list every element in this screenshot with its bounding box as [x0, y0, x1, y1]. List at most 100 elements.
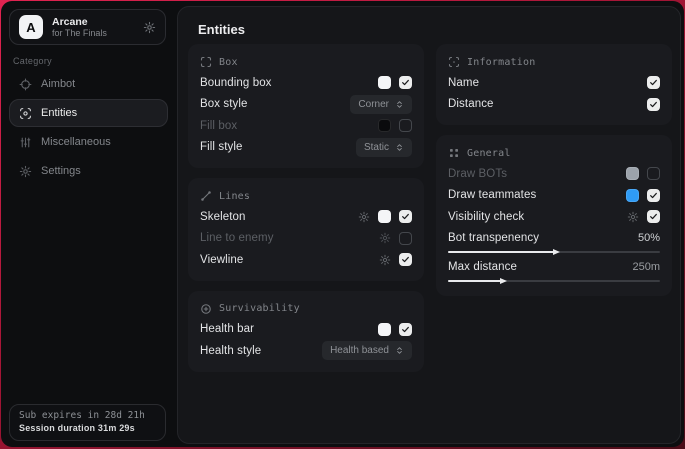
cheat-menu-window: A Arcane for The Finals Category Aimbot [1, 1, 684, 447]
setting-row-line-to-enemy: Line to enemy [200, 228, 412, 250]
main-panel: Entities Box Bounding box [177, 6, 681, 444]
gear-icon[interactable] [379, 254, 391, 266]
setting-row-skeleton: Skeleton [200, 206, 412, 228]
box-corners-icon [200, 56, 212, 68]
check-icon [649, 191, 658, 200]
setting-label: Health style [200, 345, 322, 357]
gear-icon[interactable] [379, 232, 391, 244]
info-scan-icon [448, 56, 460, 68]
session-duration-text: Session duration 31m 29s [19, 423, 156, 433]
check-icon [401, 212, 410, 221]
checkbox[interactable] [399, 232, 412, 245]
setting-label: Fill style [200, 141, 356, 153]
chevrons-up-down-icon [395, 346, 404, 355]
setting-label: Bounding box [200, 77, 378, 89]
survivability-section: Survivability Health bar Health style [188, 291, 424, 372]
setting-label: Viewline [200, 254, 379, 266]
category-label: Category [13, 56, 52, 66]
setting-row-visibility-check: Visibility check [448, 206, 660, 228]
checkbox[interactable] [399, 210, 412, 223]
setting-label: Health bar [200, 323, 378, 335]
setting-label: Draw teammates [448, 189, 626, 201]
section-title: Survivability [219, 303, 300, 314]
check-icon [401, 78, 410, 87]
sidebar-item-label: Aimbot [41, 78, 75, 90]
setting-row-distance: Distance [448, 94, 660, 116]
color-swatch[interactable] [378, 76, 391, 89]
chevrons-up-down-icon [395, 143, 404, 152]
sliders-icon [19, 136, 32, 149]
checkbox[interactable] [647, 98, 660, 111]
diagonal-line-icon [200, 190, 212, 202]
slider-thumb[interactable] [500, 278, 507, 284]
health-cross-icon [200, 303, 212, 315]
setting-label: Box style [200, 98, 350, 110]
bot-transparency-slider[interactable] [448, 251, 660, 253]
box-section-header: Box [200, 52, 412, 72]
checkbox[interactable] [647, 167, 660, 180]
page-title: Entities [198, 22, 245, 37]
setting-label: Bot transpenency [448, 232, 638, 244]
sidebar-item-label: Settings [41, 165, 81, 177]
slider-value: 250m [632, 261, 660, 273]
gear-icon[interactable] [358, 211, 370, 223]
setting-row-draw-teammates: Draw teammates [448, 185, 660, 207]
setting-row-fill-box: Fill box [200, 115, 412, 137]
setting-row-fill-style: Fill style Static [200, 137, 412, 159]
scan-eye-icon [19, 107, 32, 120]
checkbox[interactable] [399, 323, 412, 336]
check-icon [649, 212, 658, 221]
check-icon [401, 325, 410, 334]
sub-expiry-text: Sub expires in 28d 21h [19, 410, 156, 421]
box-section: Box Bounding box Box style Cor [188, 44, 424, 168]
setting-label: Line to enemy [200, 232, 379, 244]
dropdown-value: Corner [358, 99, 389, 110]
sidebar: A Arcane for The Finals Category Aimbot [1, 1, 176, 447]
setting-row-name: Name [448, 72, 660, 94]
color-swatch[interactable] [378, 210, 391, 223]
sidebar-item-miscellaneous[interactable]: Miscellaneous [9, 128, 168, 156]
checkbox[interactable] [647, 189, 660, 202]
survivability-section-header: Survivability [200, 299, 412, 319]
setting-label: Skeleton [200, 211, 358, 223]
slider-thumb[interactable] [553, 249, 560, 255]
sidebar-nav: Aimbot Entities Miscellaneous Settings [9, 70, 168, 185]
setting-label: Distance [448, 98, 647, 110]
health-style-dropdown[interactable]: Health based [322, 341, 412, 360]
setting-row-draw-bots: Draw BOTs [448, 163, 660, 185]
column-left: Box Bounding box Box style Cor [188, 44, 424, 372]
brand-title: Arcane [52, 16, 107, 28]
sidebar-item-settings[interactable]: Settings [9, 157, 168, 185]
grid-dots-icon [448, 147, 460, 159]
color-swatch[interactable] [378, 323, 391, 336]
box-style-dropdown[interactable]: Corner [350, 95, 412, 114]
checkbox[interactable] [647, 210, 660, 223]
section-title: General [467, 148, 511, 159]
fill-style-dropdown[interactable]: Static [356, 138, 412, 157]
setting-label: Max distance [448, 261, 632, 273]
slider-value: 50% [638, 232, 660, 244]
sidebar-item-entities[interactable]: Entities [9, 99, 168, 127]
max-distance-slider[interactable] [448, 280, 660, 282]
checkbox[interactable] [399, 253, 412, 266]
gear-icon[interactable] [627, 211, 639, 223]
dropdown-value: Static [364, 142, 389, 153]
information-section-header: Information [448, 52, 660, 72]
checkbox[interactable] [399, 76, 412, 89]
section-title: Information [467, 57, 535, 68]
setting-label: Fill box [200, 120, 378, 132]
checkbox[interactable] [399, 119, 412, 132]
gear-icon[interactable] [143, 21, 156, 34]
color-swatch[interactable] [626, 189, 639, 202]
setting-label: Visibility check [448, 211, 627, 223]
check-icon [401, 255, 410, 264]
checkbox[interactable] [647, 76, 660, 89]
sidebar-item-aimbot[interactable]: Aimbot [9, 70, 168, 98]
check-icon [649, 78, 658, 87]
gear-icon [19, 165, 32, 178]
setting-row-viewline: Viewline [200, 249, 412, 271]
sidebar-item-label: Miscellaneous [41, 136, 111, 148]
color-swatch[interactable] [626, 167, 639, 180]
setting-row-health-bar: Health bar [200, 319, 412, 341]
color-swatch[interactable] [378, 119, 391, 132]
